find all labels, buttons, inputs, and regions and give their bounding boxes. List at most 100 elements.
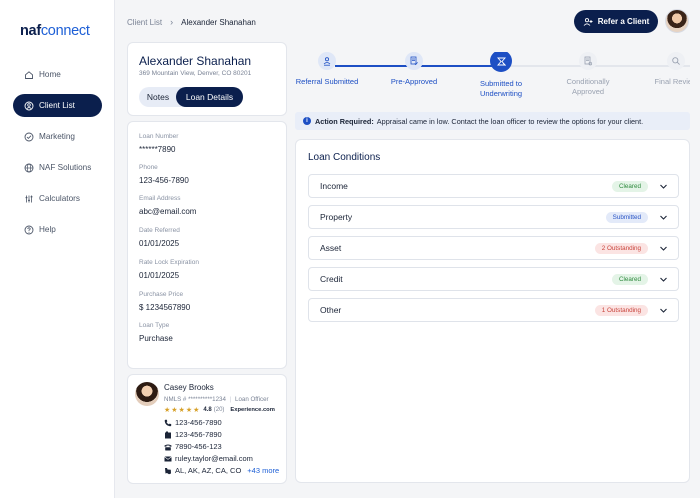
sidebar-item-marketing[interactable]: Marketing <box>13 125 102 148</box>
chevron-down-icon[interactable] <box>659 182 668 191</box>
step-label: Final Review <box>654 77 690 86</box>
field-label: Purchase Price <box>139 291 184 298</box>
step-label: Referral Submitted <box>295 77 359 86</box>
sidebar-item-home[interactable]: Home <box>13 63 102 86</box>
naf-connect-logo[interactable]: nafconnect <box>20 23 90 39</box>
breadcrumb-client-list-link[interactable]: Client List <box>127 18 162 27</box>
condition-row-property[interactable]: Property Submitted <box>308 205 679 229</box>
chevron-down-icon[interactable] <box>659 275 668 284</box>
user-circle-icon <box>24 101 34 111</box>
status-badge: 2 Outstanding <box>594 242 648 254</box>
loan-conditions-title: Loan Conditions <box>308 152 381 163</box>
client-address: 369 Mountain View, Denver, CO 80201 <box>139 70 252 77</box>
fax-icon <box>163 443 172 451</box>
condition-name: Asset <box>320 243 342 253</box>
field-value: abc@email.com <box>139 207 197 216</box>
officer-email[interactable]: ruley.taylor@email.com <box>163 454 253 463</box>
phone-icon <box>163 419 172 427</box>
add-user-icon <box>583 17 593 27</box>
condition-row-asset[interactable]: Asset 2 Outstanding <box>308 236 679 260</box>
chevron-down-icon[interactable] <box>659 306 668 315</box>
more-states-link[interactable]: +43 more <box>247 466 279 475</box>
step-label: Submitted to Underwriting <box>479 79 523 98</box>
building-icon <box>163 431 172 439</box>
document-pending-icon <box>579 52 597 70</box>
purchase-price-field: Purchase Price $ 1234567890 <box>139 291 190 312</box>
refer-a-client-button[interactable]: Refer a Client <box>574 10 658 33</box>
field-value: 123-456-7890 <box>139 176 189 185</box>
alert-message: Appraisal came in low. Contact the loan … <box>376 116 644 126</box>
view-toggle: Notes Loan Details <box>139 87 243 107</box>
officer-states-text: AL, AK, AZ, CA, CO <box>175 466 242 475</box>
officer-avatar <box>135 382 159 406</box>
loan-officer-card: Casey Brooks NMLS # **********1234 | Loa… <box>127 374 287 484</box>
field-label: Date Referred <box>139 227 180 234</box>
field-label: Rate Lock Expiration <box>139 259 199 266</box>
condition-name: Income <box>320 181 348 191</box>
document-check-icon <box>405 52 423 70</box>
field-label: Loan Type <box>139 322 170 329</box>
officer-fax-text: 7890-456-123 <box>175 442 222 451</box>
sidebar-item-naf-solutions[interactable]: NAF Solutions <box>13 156 102 179</box>
field-value: ******7890 <box>139 145 176 154</box>
map-icon <box>163 467 172 475</box>
status-badge: Cleared <box>611 180 648 192</box>
action-required-alert: i Action Required: Appraisal came in low… <box>295 112 690 130</box>
client-name: Alexander Shanahan <box>139 54 252 68</box>
sidebar-item-label: Home <box>39 70 61 79</box>
experience-logo[interactable]: Experience.com <box>230 407 274 413</box>
field-value: 01/01/2025 <box>139 239 180 248</box>
breadcrumb: Client List › Alexander Shanahan <box>127 17 256 27</box>
chevron-right-icon: › <box>170 17 174 27</box>
sidebar-item-calculators[interactable]: Calculators <box>13 187 102 210</box>
condition-row-other[interactable]: Other 1 Outstanding <box>308 298 679 322</box>
officer-role: Loan Officer <box>235 396 269 403</box>
condition-name: Property <box>320 212 353 222</box>
officer-fax[interactable]: 7890-456-123 <box>163 442 222 451</box>
refer-a-client-label: Refer a Client <box>597 17 650 26</box>
rate-lock-expiration-field: Rate Lock Expiration 01/01/2025 <box>139 259 199 280</box>
tab-loan-details[interactable]: Loan Details <box>176 87 243 107</box>
calculator-icon <box>24 194 34 204</box>
sidebar-item-label: Marketing <box>39 132 75 141</box>
officer-licensed-states: AL, AK, AZ, CA, CO +43 more <box>163 466 279 475</box>
mail-icon <box>163 455 172 463</box>
officer-phone-office[interactable]: 123-456-7890 <box>163 430 222 439</box>
condition-row-credit[interactable]: Credit Cleared <box>308 267 679 291</box>
magnifier-icon <box>667 52 685 70</box>
sidebar-item-help[interactable]: Help <box>13 218 102 241</box>
officer-name: Casey Brooks <box>164 383 214 392</box>
home-icon <box>24 70 34 80</box>
sidebar-item-label: Client List <box>39 101 75 110</box>
step-conditionally-approved: Conditionally Approved <box>558 52 618 97</box>
globe-icon <box>24 163 34 173</box>
officer-phone-mobile[interactable]: 123-456-7890 <box>163 418 222 427</box>
loan-progress-stepper: Referral Submitted Pre-Approved Submitte… <box>295 52 690 102</box>
condition-name: Credit <box>320 274 343 284</box>
chevron-down-icon[interactable] <box>659 213 668 222</box>
status-badge: Cleared <box>611 273 648 285</box>
field-value: $ 1234567890 <box>139 303 191 312</box>
step-submitted-to-underwriting: Submitted to Underwriting <box>472 52 530 99</box>
officer-nmls: NMLS # **********1234 | Loan Officer <box>164 396 269 403</box>
status-badge: 1 Outstanding <box>594 304 648 316</box>
field-value: 01/01/2025 <box>139 271 180 280</box>
loan-number-field: Loan Number ******7890 <box>139 133 178 154</box>
divider: | <box>229 396 232 403</box>
star-rating-icon: ★★★★★ <box>164 407 201 414</box>
rating-score: 4.8 <box>203 407 212 413</box>
date-referred-field: Date Referred 01/01/2025 <box>139 227 180 248</box>
sidebar-item-client-list[interactable]: Client List <box>13 94 102 117</box>
sidebar-item-label: Calculators <box>39 194 80 203</box>
chevron-down-icon[interactable] <box>659 244 668 253</box>
tab-notes[interactable]: Notes <box>139 87 177 107</box>
alert-title: Action Required: <box>315 116 374 126</box>
info-icon: i <box>303 117 311 125</box>
field-label: Email Address <box>139 195 181 202</box>
officer-email-text: ruley.taylor@email.com <box>175 454 253 463</box>
field-label: Phone <box>139 164 158 171</box>
condition-name: Other <box>320 305 342 315</box>
officer-rating: ★★★★★ 4.8 (20) Experience.com <box>164 406 275 414</box>
condition-row-income[interactable]: Income Cleared <box>308 174 679 198</box>
user-avatar[interactable] <box>665 9 689 33</box>
